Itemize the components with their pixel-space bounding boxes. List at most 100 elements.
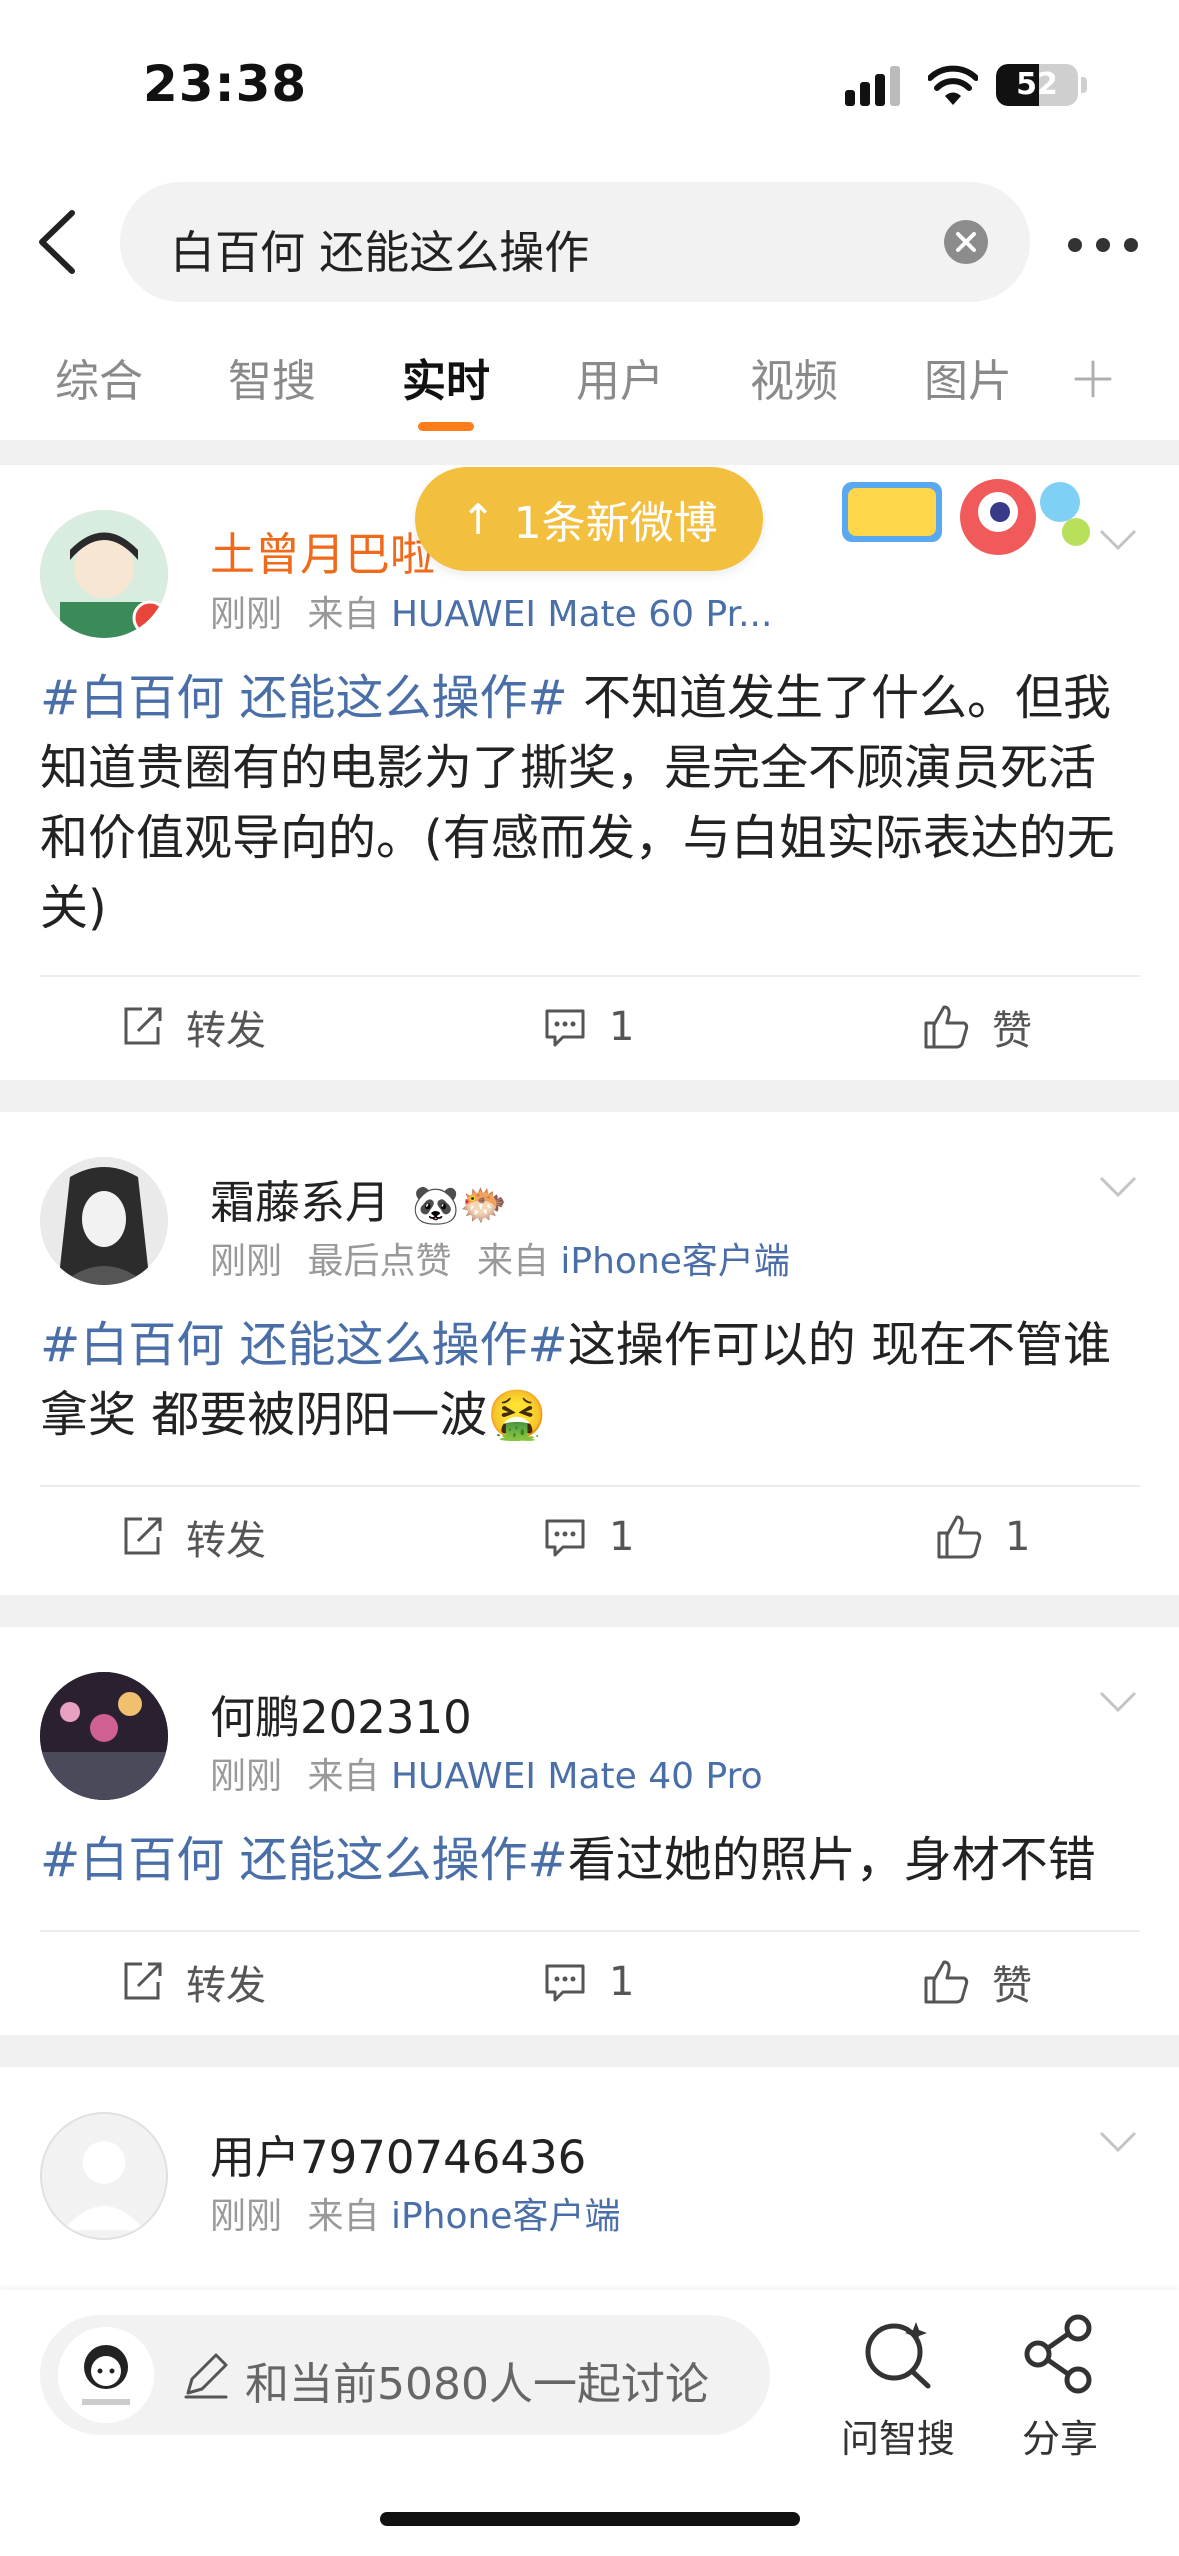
battery-nub bbox=[1081, 77, 1087, 93]
tab-comprehensive[interactable]: 综合 bbox=[55, 345, 143, 409]
section-divider bbox=[0, 1595, 1179, 1627]
post-body: #白百何 还能这么操作#这操作可以的 现在不管谁拿奖 都要被阴阳一波🤮 bbox=[40, 1310, 1140, 1450]
source-prefix: 来自 bbox=[476, 1241, 549, 1282]
tab-realtime[interactable]: 实时 bbox=[402, 345, 490, 409]
divider bbox=[40, 1930, 1140, 1932]
comment-count: 1 bbox=[609, 1959, 635, 2005]
section-divider bbox=[0, 2035, 1179, 2067]
wifi-icon bbox=[928, 65, 978, 105]
username[interactable]: 霜藤系月 🐼🐡 bbox=[210, 1166, 507, 1231]
back-icon[interactable] bbox=[28, 207, 88, 277]
hashtag-link[interactable]: #白百何 还能这么操作# bbox=[40, 1317, 568, 1373]
chevron-down-icon[interactable] bbox=[1098, 1175, 1138, 1199]
clear-icon[interactable] bbox=[944, 220, 988, 264]
repost-button[interactable]: 转发 bbox=[120, 1952, 266, 2012]
share-button[interactable]: 分享 bbox=[1000, 2308, 1120, 2461]
post-time: 刚刚 bbox=[210, 2196, 283, 2237]
tab-smart-search[interactable]: 智搜 bbox=[228, 345, 316, 409]
comment-button[interactable]: 1 bbox=[543, 1507, 634, 1567]
comment-button[interactable]: 1 bbox=[543, 1952, 634, 2012]
post-time: 刚刚 bbox=[210, 1756, 283, 1797]
smart-search-icon bbox=[865, 2322, 931, 2389]
username[interactable]: 土曾月巴啦 bbox=[210, 518, 435, 583]
repost-label: 转发 bbox=[186, 1008, 266, 1054]
repost-icon bbox=[124, 1007, 162, 1045]
thumbs-up-icon bbox=[924, 1960, 969, 2004]
discuss-placeholder: 和当前5080人一起讨论 bbox=[245, 2359, 709, 2410]
toast-label: 1条新微博 bbox=[513, 498, 718, 549]
post-time: 刚刚 bbox=[210, 1241, 283, 1282]
new-posts-toast[interactable]: ↑ 1条新微博 bbox=[415, 467, 763, 571]
active-tab-indicator bbox=[418, 422, 474, 431]
chevron-down-icon[interactable] bbox=[1098, 1690, 1138, 1714]
post-card[interactable]: 用户7970746436 刚刚 来自 iPhone客户端 bbox=[0, 2067, 1179, 2290]
post-body: #白百何 还能这么操作#看过她的照片，身材不错 bbox=[40, 1825, 1140, 1895]
post-source[interactable]: HUAWEI Mate 40 Pro bbox=[391, 1756, 763, 1797]
like-label: 赞 bbox=[992, 1963, 1032, 2009]
repost-icon bbox=[124, 1962, 162, 2000]
tab-videos[interactable]: 视频 bbox=[750, 345, 838, 409]
divider bbox=[40, 975, 1140, 977]
repost-button[interactable]: 转发 bbox=[120, 1507, 266, 1567]
section-divider bbox=[0, 1080, 1179, 1112]
post-meta: 刚刚 来自 iPhone客户端 bbox=[210, 2187, 620, 2239]
post-meta: 刚刚 最后点赞 来自 iPhone客户端 bbox=[210, 1232, 790, 1284]
search-input[interactable]: 白百何 还能这么操作 bbox=[120, 182, 1030, 302]
post-source[interactable]: HUAWEI Mate 60 Pr... bbox=[391, 594, 772, 635]
repost-icon bbox=[124, 1517, 162, 1555]
avatar[interactable] bbox=[40, 1672, 168, 1800]
repost-button[interactable]: 转发 bbox=[120, 997, 266, 1057]
cellular-signal-icon bbox=[845, 66, 905, 106]
ask-smart-search-button[interactable]: 问智搜 bbox=[833, 2308, 963, 2461]
like-count: 1 bbox=[1005, 1514, 1031, 1560]
post-card[interactable]: 何鹏202310 刚刚 来自 HUAWEI Mate 40 Pro #白百何 还… bbox=[0, 1627, 1179, 2035]
post-time: 刚刚 bbox=[210, 594, 283, 635]
username[interactable]: 用户7970746436 bbox=[210, 2121, 586, 2186]
comment-icon bbox=[545, 1519, 585, 1557]
like-button[interactable]: 赞 bbox=[922, 997, 1032, 1057]
ask-label: 问智搜 bbox=[840, 2417, 955, 2461]
post-meta: 刚刚 来自 HUAWEI Mate 40 Pro bbox=[210, 1747, 763, 1799]
like-button[interactable]: 1 bbox=[935, 1507, 1030, 1567]
search-tabs: 综合 智搜 实时 用户 视频 图片 bbox=[0, 345, 1179, 435]
username[interactable]: 何鹏202310 bbox=[210, 1681, 472, 1746]
my-avatar bbox=[58, 2327, 154, 2423]
home-indicator bbox=[380, 2512, 800, 2526]
search-query: 白百何 还能这么操作 bbox=[170, 226, 590, 279]
add-tab-icon[interactable] bbox=[1072, 358, 1114, 400]
avatar[interactable] bbox=[40, 1157, 168, 1285]
tab-users[interactable]: 用户 bbox=[576, 345, 664, 409]
last-liked-label: 最后点赞 bbox=[307, 1241, 452, 1282]
comment-count: 1 bbox=[609, 1514, 635, 1560]
comment-count: 1 bbox=[609, 1004, 635, 1050]
post-source[interactable]: iPhone客户端 bbox=[560, 1241, 790, 1282]
pen-icon bbox=[184, 2353, 228, 2399]
avatar[interactable] bbox=[40, 510, 168, 638]
post-source[interactable]: iPhone客户端 bbox=[391, 2196, 621, 2237]
share-label: 分享 bbox=[1021, 2417, 1098, 2461]
like-button[interactable]: 赞 bbox=[922, 1952, 1032, 2012]
post-card[interactable]: 霜藤系月 🐼🐡 刚刚 最后点赞 来自 iPhone客户端 #白百何 还能这么操作… bbox=[0, 1112, 1179, 1595]
post-meta: 刚刚 来自 HUAWEI Mate 60 Pr... bbox=[210, 585, 772, 637]
tab-images[interactable]: 图片 bbox=[924, 345, 1012, 409]
arrow-up-icon: ↑ bbox=[460, 494, 496, 544]
repost-label: 转发 bbox=[186, 1518, 266, 1564]
comment-button[interactable]: 1 bbox=[543, 997, 634, 1057]
comment-icon bbox=[545, 1964, 585, 2002]
chevron-down-icon[interactable] bbox=[1098, 2130, 1138, 2154]
avatar[interactable] bbox=[40, 2112, 168, 2240]
chevron-down-icon[interactable] bbox=[1098, 528, 1138, 552]
source-prefix: 来自 bbox=[307, 2196, 380, 2237]
post-body: #白百何 还能这么操作# 不知道发生了什么。但我知道贵圈有的电影为了撕奖，是完全… bbox=[40, 663, 1140, 943]
discuss-input[interactable]: 和当前5080人一起讨论 bbox=[40, 2315, 770, 2435]
hashtag-link[interactable]: #白百何 还能这么操作# bbox=[40, 1832, 568, 1888]
hashtag-link[interactable]: #白百何 还能这么操作# bbox=[40, 670, 568, 726]
repost-label: 转发 bbox=[186, 1963, 266, 2009]
more-icon[interactable] bbox=[1068, 238, 1138, 252]
thumbs-up-icon bbox=[937, 1515, 982, 1559]
comment-icon bbox=[545, 1009, 585, 1047]
like-label: 赞 bbox=[992, 1008, 1032, 1054]
status-bar: 23:38 52 bbox=[0, 0, 1179, 170]
divider bbox=[40, 1485, 1140, 1487]
status-time: 23:38 bbox=[143, 55, 308, 113]
